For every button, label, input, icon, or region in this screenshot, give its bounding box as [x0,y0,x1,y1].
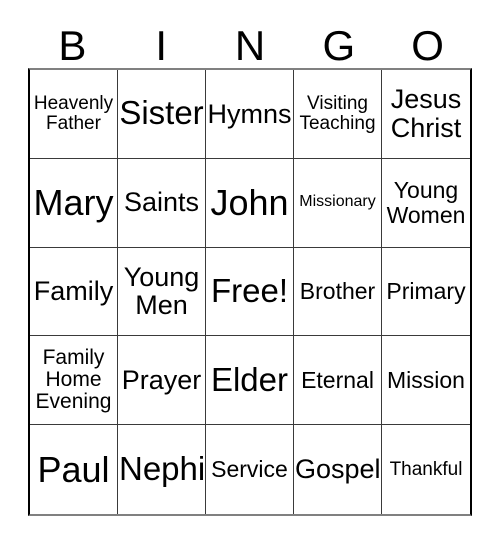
bingo-cell-label: Jesus Christ [390,84,462,143]
header-letter-o: O [411,22,444,69]
bingo-cell-label: Visiting Teaching [299,92,376,134]
bingo-cell-label: Service [211,456,288,483]
bingo-cell-n5[interactable]: Service [206,425,294,514]
bingo-cell-b1[interactable]: Heavenly Father [30,70,118,159]
bingo-cell-o5[interactable]: Thankful [382,425,470,514]
header-letter-i: I [155,22,168,69]
bingo-cell-i4[interactable]: Prayer [118,336,206,426]
bingo-cell-label: Family [33,276,114,307]
bingo-cell-label: Paul [37,448,110,490]
bingo-cell-label: Sister [119,94,204,132]
bingo-cell-label: Young Women [386,177,466,228]
bingo-cell-b4[interactable]: Family Home Evening [30,336,118,426]
bingo-cell-label: John [210,181,289,223]
bingo-cell-label: Saints [123,187,200,218]
header-letter-b: B [58,22,87,69]
bingo-cell-label: Nephi [119,450,206,488]
bingo-cell-g5[interactable]: Gospel [294,425,382,514]
bingo-cell-i2[interactable]: Saints [118,158,206,248]
bingo-cell-o2[interactable]: Young Women [382,158,470,248]
bingo-cell-free-space[interactable]: Free! [206,247,294,337]
bingo-cell-label: Brother [299,278,376,305]
bingo-cell-i1[interactable]: Sister [118,70,206,159]
bingo-cell-label: Mission [387,367,465,394]
bingo-cell-n4[interactable]: Elder [206,336,294,426]
bingo-cell-label: Young Men [123,261,200,321]
bingo-cell-b5[interactable]: Paul [30,425,118,514]
bingo-cell-label: Heavenly Father [33,92,114,134]
bingo-cell-n2[interactable]: John [206,158,294,248]
bingo-cell-g3[interactable]: Brother [294,247,382,337]
bingo-cell-label: Missionary [299,193,376,211]
bingo-cell-n1[interactable]: Hymns [206,70,294,159]
header-letter-n: N [234,22,266,69]
bingo-cell-i3[interactable]: Young Men [118,247,206,337]
bingo-cell-label: Mary [33,181,114,223]
bingo-cell-label: Eternal [301,367,374,394]
bingo-cell-label: Thankful [389,458,463,480]
bingo-cell-label: Family Home Evening [35,345,112,414]
header-letter-g: G [322,22,356,69]
bingo-grid: Heavenly Father Sister Hymns Visiting Te… [28,68,472,516]
bingo-card: B I N G O Heavenly Father Sister Hymns V… [0,0,500,544]
bingo-cell-label: Free! [210,272,289,309]
bingo-cell-o4[interactable]: Mission [382,336,470,426]
bingo-cell-o3[interactable]: Primary [382,247,470,337]
bingo-header-row: B I N G O [28,14,472,68]
bingo-cell-b2[interactable]: Mary [30,158,118,248]
bingo-cell-g2[interactable]: Missionary [294,158,382,248]
bingo-cell-i5[interactable]: Nephi [118,425,206,514]
bingo-cell-g1[interactable]: Visiting Teaching [294,70,382,159]
bingo-cell-b3[interactable]: Family [30,247,118,337]
bingo-cell-label: Hymns [207,98,292,129]
bingo-cell-label: Gospel [295,454,381,485]
bingo-cell-g4[interactable]: Eternal [294,336,382,426]
bingo-cell-label: Prayer [121,364,202,395]
bingo-cell-o1[interactable]: Jesus Christ [382,70,470,159]
bingo-cell-label: Elder [210,360,289,398]
bingo-cell-label: Primary [386,278,466,305]
